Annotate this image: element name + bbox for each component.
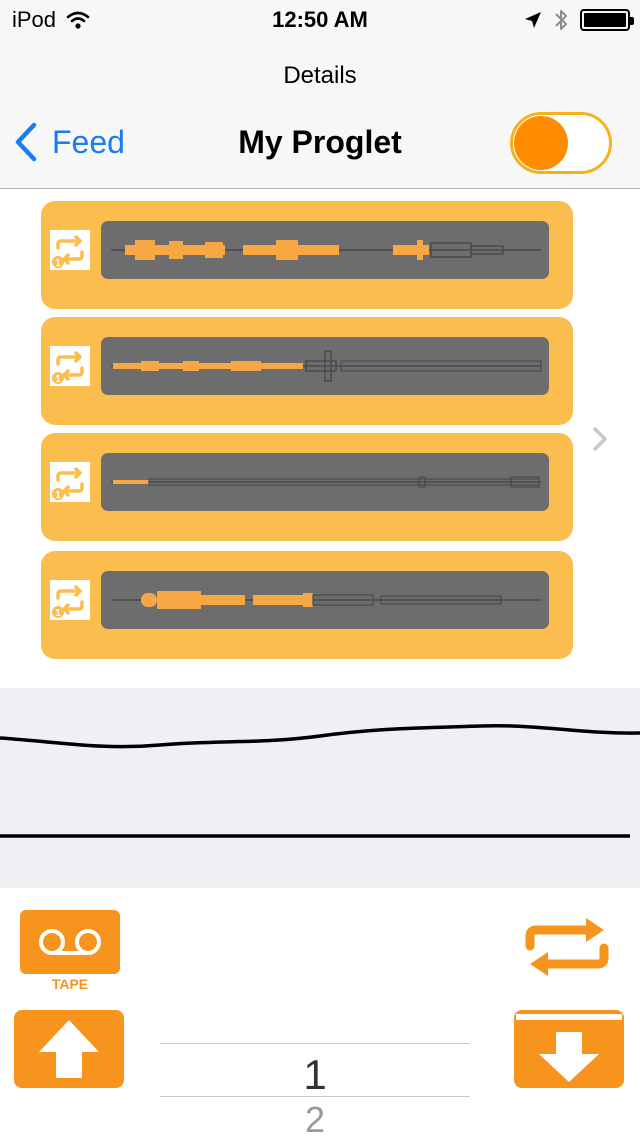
clip-list: 1 1 1 1 bbox=[0, 190, 640, 685]
clip-number-picker[interactable]: 1 2 bbox=[160, 1043, 470, 1136]
chevron-right-icon[interactable] bbox=[590, 425, 610, 458]
status-right bbox=[524, 8, 634, 32]
svg-text:1: 1 bbox=[55, 490, 61, 501]
tape-button[interactable] bbox=[20, 910, 120, 974]
clip-2-waveform[interactable] bbox=[101, 337, 549, 395]
controls-panel: TAPE 1 2 bbox=[0, 888, 640, 1136]
repeat-icon bbox=[525, 918, 609, 976]
tape-label: TAPE bbox=[51, 976, 89, 992]
clip-3-waveform[interactable] bbox=[101, 453, 549, 511]
toggle-knob bbox=[514, 116, 568, 170]
arrow-up-icon bbox=[39, 1020, 99, 1078]
clip-row[interactable]: 1 bbox=[41, 317, 573, 425]
svg-text:1: 1 bbox=[55, 258, 61, 269]
picker-divider bbox=[160, 1096, 470, 1097]
picker-next-value[interactable]: 2 bbox=[160, 1099, 470, 1136]
playback-toggle[interactable] bbox=[510, 112, 612, 174]
previous-button[interactable] bbox=[14, 1010, 124, 1088]
repeat-button[interactable] bbox=[520, 916, 614, 978]
picker-divider bbox=[160, 1043, 470, 1044]
clip-row[interactable]: 1 bbox=[41, 201, 573, 309]
status-bar: iPod 12:50 AM bbox=[0, 0, 640, 40]
next-button[interactable] bbox=[514, 1010, 624, 1088]
picker-selected-value[interactable]: 1 bbox=[160, 1051, 470, 1099]
clip-1-waveform[interactable] bbox=[101, 221, 549, 279]
arrow-down-icon bbox=[516, 1014, 622, 1082]
repeat-once-icon[interactable]: 1 bbox=[50, 346, 90, 386]
voicemail-icon bbox=[39, 929, 101, 955]
clip-4-waveform[interactable] bbox=[101, 571, 549, 629]
battery-icon bbox=[580, 9, 634, 31]
svg-text:1: 1 bbox=[55, 608, 61, 619]
repeat-once-icon[interactable]: 1 bbox=[50, 580, 90, 620]
repeat-once-icon[interactable]: 1 bbox=[50, 462, 90, 502]
navigation-bar: Details Feed My Proglet bbox=[0, 40, 640, 189]
bluetooth-icon bbox=[554, 8, 568, 32]
repeat-once-icon[interactable]: 1 bbox=[50, 230, 90, 270]
clip-row[interactable]: 1 bbox=[41, 551, 573, 659]
clip-row[interactable]: 1 bbox=[41, 433, 573, 541]
waveform-area[interactable] bbox=[0, 688, 640, 888]
svg-text:1: 1 bbox=[55, 374, 61, 385]
location-arrow-icon bbox=[524, 11, 542, 29]
nav-prompt: Details bbox=[283, 62, 357, 89]
